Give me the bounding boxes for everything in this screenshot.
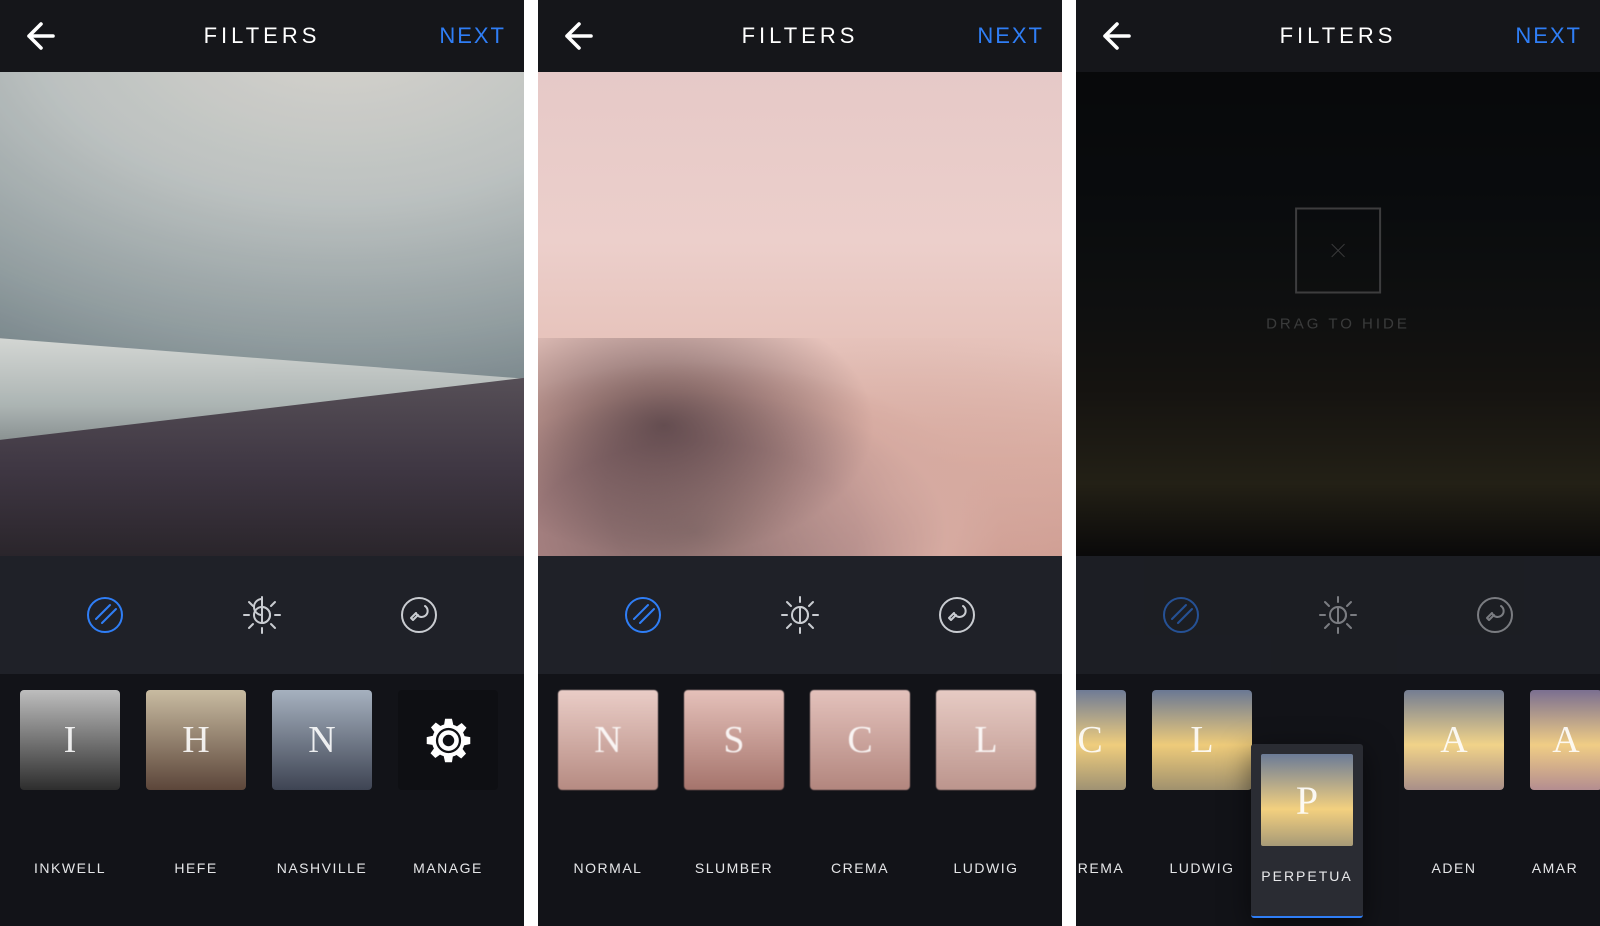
filter-label: LUDWIG: [1152, 860, 1252, 876]
next-button[interactable]: NEXT: [439, 23, 506, 49]
filter-label: LUDWIG: [936, 860, 1036, 876]
filter-label: MANAGE: [398, 860, 498, 876]
header: FILTERS NEXT: [1076, 0, 1600, 72]
tab-lux-icon[interactable]: [234, 587, 290, 643]
filter-label: CREMA: [810, 860, 910, 876]
drop-label: DRAG TO HIDE: [1266, 316, 1410, 333]
tool-tabs: [1076, 556, 1600, 674]
filter-crema[interactable]: C: [810, 690, 910, 790]
drop-box: [1295, 208, 1381, 294]
photo-preview[interactable]: [0, 72, 524, 556]
filter-thumb: I: [20, 690, 120, 790]
next-button[interactable]: NEXT: [977, 23, 1044, 49]
close-icon: [1327, 240, 1349, 262]
header-title: FILTERS: [1280, 23, 1397, 49]
filter-strip[interactable]: I H N INKWELL HEFE NASHVILLE MANAGE: [0, 674, 524, 926]
filter-thumb: C: [810, 690, 910, 790]
tab-filters-icon[interactable]: [615, 587, 671, 643]
header-title: FILTERS: [742, 23, 859, 49]
photo-preview[interactable]: [538, 72, 1062, 556]
filter-thumb: L: [936, 690, 1036, 790]
filter-thumb: A: [1404, 690, 1504, 790]
filter-aden[interactable]: A: [1404, 690, 1504, 790]
filter-hefe[interactable]: H: [146, 690, 246, 790]
tab-edit-icon[interactable]: [1467, 587, 1523, 643]
filter-label: AMAR: [1530, 860, 1580, 876]
filter-label: INKWELL: [20, 860, 120, 876]
phone-screen-clouds: FILTERS NEXT N S C L NORMAL SLUMBER CREM…: [538, 0, 1062, 926]
filter-nashville[interactable]: N: [272, 690, 372, 790]
back-button[interactable]: [1090, 12, 1138, 60]
filter-label: HEFE: [146, 860, 246, 876]
drag-to-hide-target[interactable]: DRAG TO HIDE: [1266, 208, 1410, 333]
tab-lux-icon[interactable]: [772, 587, 828, 643]
photo-preview[interactable]: DRAG TO HIDE: [1076, 72, 1600, 556]
filter-label: PERPETUA: [1261, 868, 1352, 884]
filter-ludwig[interactable]: L: [1152, 690, 1252, 790]
filter-thumb: S: [684, 690, 784, 790]
filter-thumb: [398, 690, 498, 790]
filter-normal[interactable]: N: [558, 690, 658, 790]
filter-thumb: L: [1152, 690, 1252, 790]
filter-thumb: H: [146, 690, 246, 790]
filter-strip[interactable]: C L A A REMA LUDWIG . ADEN AMAR P PERPET…: [1076, 674, 1600, 926]
tab-edit-icon[interactable]: [391, 587, 447, 643]
filter-slumber[interactable]: S: [684, 690, 784, 790]
filter-label: NORMAL: [558, 860, 658, 876]
header-title: FILTERS: [204, 23, 321, 49]
filter-ludwig[interactable]: L: [936, 690, 1036, 790]
tool-tabs: [0, 556, 524, 674]
back-button[interactable]: [552, 12, 600, 60]
filter-amaro-partial[interactable]: A: [1530, 690, 1580, 790]
filter-label: REMA: [1076, 860, 1126, 876]
tab-filters-icon[interactable]: [77, 587, 133, 643]
filter-thumb: P: [1261, 754, 1353, 846]
next-button[interactable]: NEXT: [1515, 23, 1582, 49]
filter-label: SLUMBER: [684, 860, 784, 876]
tab-lux-icon[interactable]: [1310, 587, 1366, 643]
back-button[interactable]: [14, 12, 62, 60]
phone-screen-dusk: FILTERS NEXT DRAG TO HIDE C L A A: [1076, 0, 1600, 926]
header: FILTERS NEXT: [0, 0, 524, 72]
dragged-filter-perpetua[interactable]: P PERPETUA: [1251, 744, 1363, 918]
filter-thumb: C: [1076, 690, 1126, 790]
manage-filters[interactable]: [398, 690, 498, 790]
header: FILTERS NEXT: [538, 0, 1062, 72]
tool-tabs: [538, 556, 1062, 674]
tab-filters-icon[interactable]: [1153, 587, 1209, 643]
filter-thumb: N: [272, 690, 372, 790]
phone-screen-beach: FILTERS NEXT I H N: [0, 0, 524, 926]
gear-icon: [421, 713, 476, 768]
tab-edit-icon[interactable]: [929, 587, 985, 643]
filter-crema-partial[interactable]: C: [1076, 690, 1126, 790]
filter-thumb: A: [1530, 690, 1600, 790]
filter-thumb: N: [558, 690, 658, 790]
filter-inkwell[interactable]: I: [20, 690, 120, 790]
filter-label: NASHVILLE: [272, 860, 372, 876]
filter-strip[interactable]: N S C L NORMAL SLUMBER CREMA LUDWIG: [538, 674, 1062, 926]
filter-label: ADEN: [1404, 860, 1504, 876]
